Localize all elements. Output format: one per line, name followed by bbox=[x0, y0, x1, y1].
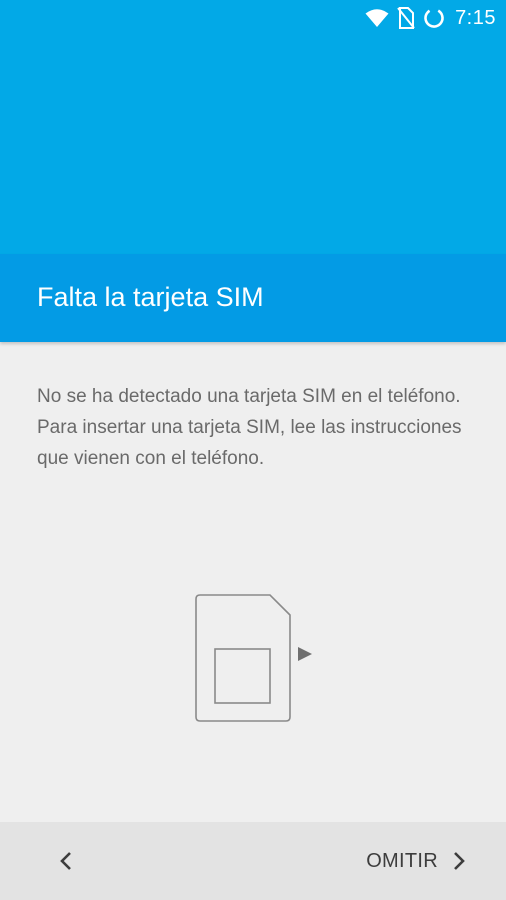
battery-charging-icon bbox=[424, 8, 444, 28]
sim-card-insert-icon bbox=[195, 594, 312, 722]
sim-card-outline bbox=[195, 594, 291, 722]
wifi-icon bbox=[365, 9, 389, 27]
chevron-left-icon bbox=[60, 852, 71, 870]
status-time: 7:15 bbox=[455, 6, 496, 29]
status-bar: 7:15 bbox=[0, 0, 506, 36]
title-bar: Falta la tarjeta SIM bbox=[0, 254, 506, 342]
skip-button[interactable]: OMITIR bbox=[366, 837, 466, 885]
status-icons: 7:15 bbox=[365, 6, 496, 30]
skip-label: OMITIR bbox=[366, 849, 438, 872]
sim-missing-description: No se ha detectado una tarjeta SIM en el… bbox=[37, 386, 462, 469]
navigation-bar: OMITIR bbox=[0, 822, 506, 900]
insert-arrow bbox=[298, 647, 312, 661]
back-button[interactable] bbox=[44, 837, 88, 885]
page-title: Falta la tarjeta SIM bbox=[37, 282, 264, 312]
setup-screen: 7:15 Falta la tarjeta SIM No se ha detec… bbox=[0, 0, 506, 900]
sim-chip bbox=[214, 648, 271, 704]
header-background: 7:15 bbox=[0, 0, 506, 254]
no-sim-icon bbox=[397, 7, 415, 29]
chevron-right-icon bbox=[454, 852, 465, 870]
